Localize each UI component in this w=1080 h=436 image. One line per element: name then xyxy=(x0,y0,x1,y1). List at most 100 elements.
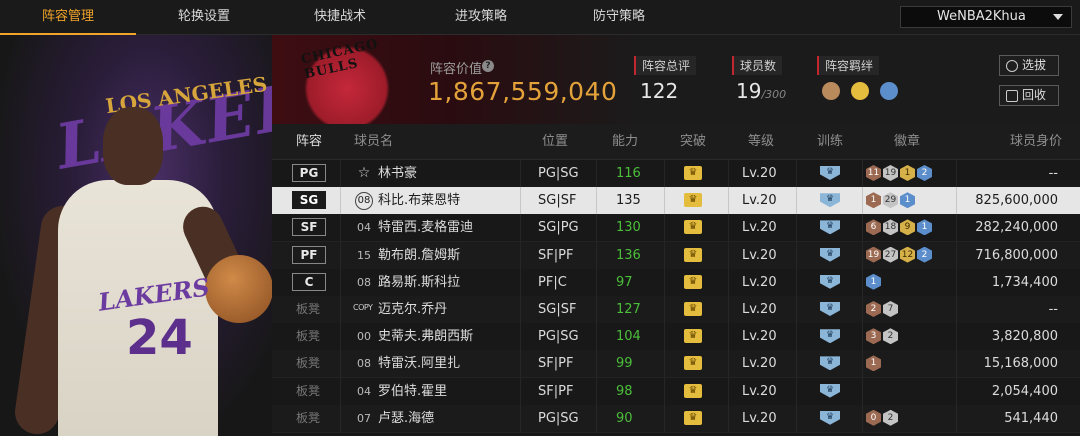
player-name[interactable]: 特雷西.麦格雷迪 xyxy=(378,214,473,241)
badge-icon[interactable]: 2 xyxy=(883,409,898,426)
column-divider xyxy=(956,268,957,296)
badge-icon[interactable]: 7 xyxy=(883,301,898,317)
badge-icon[interactable]: 19 xyxy=(883,165,898,181)
tab-offense[interactable]: 进攻策略 xyxy=(413,0,549,34)
table-row[interactable]: PF 15 勒布朗.詹姆斯 SF|PF 136 ♛ Lv.20 ♛ 19 27 12 2 716,800… xyxy=(272,241,1080,270)
badge-icon[interactable]: 19 xyxy=(866,246,881,263)
badge-icon[interactable]: 27 xyxy=(883,246,898,263)
column-divider xyxy=(796,377,797,405)
player-name[interactable]: 迈克尔.乔丹 xyxy=(378,296,447,323)
table-row[interactable]: 板凳 COPY 迈克尔.乔丹 SG|SF 127 ♛ Lv.20 ♛ 2 7 -- xyxy=(272,296,1080,324)
crown-icon[interactable]: ♛ xyxy=(684,410,702,425)
tab-defense[interactable]: 防守策略 xyxy=(551,0,687,34)
player-count-label: 球员数 xyxy=(732,56,783,75)
table-row[interactable]: SG 08 科比.布莱恩特 SG|SF 135 ♛ Lv.20 ♛ 1 29 1 825,600,00… xyxy=(272,187,1080,216)
badge-icon[interactable]: 1 xyxy=(866,273,881,290)
column-divider xyxy=(596,160,597,187)
badge-icon[interactable]: 3 xyxy=(866,328,881,345)
badge-icon[interactable]: 12 xyxy=(900,246,915,263)
training-icon[interactable]: ♛ xyxy=(820,356,840,371)
crown-icon[interactable]: ♛ xyxy=(684,274,702,289)
help-icon[interactable]: ? xyxy=(482,60,494,72)
training-icon[interactable]: ♛ xyxy=(820,329,840,344)
player-name[interactable]: 史蒂夫.弗朗西斯 xyxy=(378,323,473,350)
player-position: PG|SG xyxy=(538,410,579,426)
slot-badge[interactable]: SG xyxy=(292,191,326,210)
crown-icon[interactable]: ♛ xyxy=(684,302,702,316)
jersey-number: 04 xyxy=(357,221,371,235)
bond-icon-blue[interactable] xyxy=(880,82,899,100)
player-name[interactable]: 林书豪 xyxy=(378,160,417,187)
bond-icon-bronze[interactable] xyxy=(822,82,840,100)
table-row[interactable]: C 08 路易斯.斯科拉 PF|C 97 ♛ Lv.20 ♛ 1 1,734,400 xyxy=(272,268,1080,297)
player-name[interactable]: 路易斯.斯科拉 xyxy=(378,269,460,296)
crown-icon[interactable]: ♛ xyxy=(684,247,702,262)
player-salary: 1,734,400 xyxy=(991,274,1058,290)
slot-badge[interactable]: PG xyxy=(292,164,326,182)
badge-icon[interactable]: 1 xyxy=(866,355,881,372)
badge-icon[interactable]: 1 xyxy=(900,165,915,181)
chevron-down-icon xyxy=(1053,14,1063,20)
select-button[interactable]: 选拔 xyxy=(999,55,1059,76)
badge-icon[interactable]: 1 xyxy=(866,192,881,209)
badge-icon[interactable]: 1 xyxy=(900,192,915,209)
badge-icon[interactable]: 2 xyxy=(917,165,932,181)
slot-bench[interactable]: 板凳 xyxy=(296,378,320,405)
badge-icon[interactable]: 9 xyxy=(900,219,915,236)
table-row[interactable]: SF 04 特雷西.麦格雷迪 SG|PG 130 ♛ Lv.20 ♛ 6 18 9 1 282,240,… xyxy=(272,214,1080,243)
bond-icon-gold[interactable] xyxy=(851,82,870,100)
crown-icon[interactable]: ♛ xyxy=(684,383,702,398)
player-name[interactable]: 罗伯特.霍里 xyxy=(378,378,447,405)
badge-icon[interactable]: 1 xyxy=(917,219,932,236)
table-row[interactable]: PG ☆ 林书豪 PG|SG 116 ♛ Lv.20 ♛ 11 19 1 2 -- xyxy=(272,160,1080,188)
column-divider xyxy=(596,268,597,296)
badge-icon[interactable]: 11 xyxy=(866,165,881,181)
badge-icon[interactable]: 2 xyxy=(883,328,898,345)
player-level: Lv.20 xyxy=(742,247,777,263)
slot-bench[interactable]: 板凳 xyxy=(296,296,320,323)
column-divider xyxy=(664,350,665,378)
training-icon[interactable]: ♛ xyxy=(820,193,840,208)
training-icon[interactable]: ♛ xyxy=(820,410,840,425)
tab-lineup[interactable]: 阵容管理 xyxy=(0,0,136,35)
player-name[interactable]: 特雷沃.阿里扎 xyxy=(378,350,460,377)
crown-icon[interactable]: ♛ xyxy=(684,193,702,208)
badge-icon[interactable]: 2 xyxy=(866,301,881,317)
tab-quick-tactics[interactable]: 快捷战术 xyxy=(272,0,408,34)
account-dropdown[interactable]: WeNBA2Khua xyxy=(900,6,1072,28)
table-row[interactable]: 板凳 00 史蒂夫.弗朗西斯 PG|SG 104 ♛ Lv.20 ♛ 3 2 3,820,800 xyxy=(272,323,1080,352)
training-icon[interactable]: ♛ xyxy=(820,274,840,289)
column-divider xyxy=(862,350,863,378)
badge-icon[interactable]: 6 xyxy=(866,219,881,236)
slot-bench[interactable]: 板凳 xyxy=(296,350,320,377)
training-icon[interactable]: ♛ xyxy=(820,302,840,316)
badge-icon[interactable]: 18 xyxy=(883,219,898,236)
slot-badge[interactable]: PF xyxy=(292,245,326,264)
recycle-button[interactable]: 回收 xyxy=(999,85,1059,106)
column-divider xyxy=(728,377,729,405)
crown-icon[interactable]: ♛ xyxy=(684,220,702,235)
tab-rotation[interactable]: 轮换设置 xyxy=(136,0,272,34)
badge-icon[interactable]: 2 xyxy=(917,246,932,263)
training-icon[interactable]: ♛ xyxy=(820,383,840,398)
col-name: 球员名 xyxy=(354,134,394,149)
slot-badge[interactable]: C xyxy=(292,272,326,291)
crown-icon[interactable]: ♛ xyxy=(684,356,702,371)
crown-icon[interactable]: ♛ xyxy=(684,329,702,344)
table-row[interactable]: 板凳 08 特雷沃.阿里扎 SF|PF 99 ♛ Lv.20 ♛ 1 15,168,000 xyxy=(272,350,1080,379)
table-row[interactable]: 板凳 04 罗伯特.霍里 SF|PF 98 ♛ Lv.20 ♛ 2,054,400 xyxy=(272,377,1080,406)
table-row[interactable]: 板凳 07 卢瑟.海德 PG|SG 90 ♛ Lv.20 ♛ 0 2 541,440 xyxy=(272,404,1080,433)
badge-icon[interactable]: 0 xyxy=(866,409,881,426)
crown-icon[interactable]: ♛ xyxy=(684,166,702,180)
column-divider xyxy=(862,268,863,296)
slot-bench[interactable]: 板凳 xyxy=(296,405,320,432)
player-name[interactable]: 勒布朗.詹姆斯 xyxy=(378,242,460,269)
slot-badge[interactable]: SF xyxy=(292,218,326,237)
training-icon[interactable]: ♛ xyxy=(820,247,840,262)
badge-icon[interactable]: 29 xyxy=(883,192,898,209)
player-name[interactable]: 卢瑟.海德 xyxy=(378,405,434,432)
training-icon[interactable]: ♛ xyxy=(820,220,840,235)
slot-bench[interactable]: 板凳 xyxy=(296,323,320,350)
player-name[interactable]: 科比.布莱恩特 xyxy=(378,187,460,214)
training-icon[interactable]: ♛ xyxy=(820,166,840,180)
